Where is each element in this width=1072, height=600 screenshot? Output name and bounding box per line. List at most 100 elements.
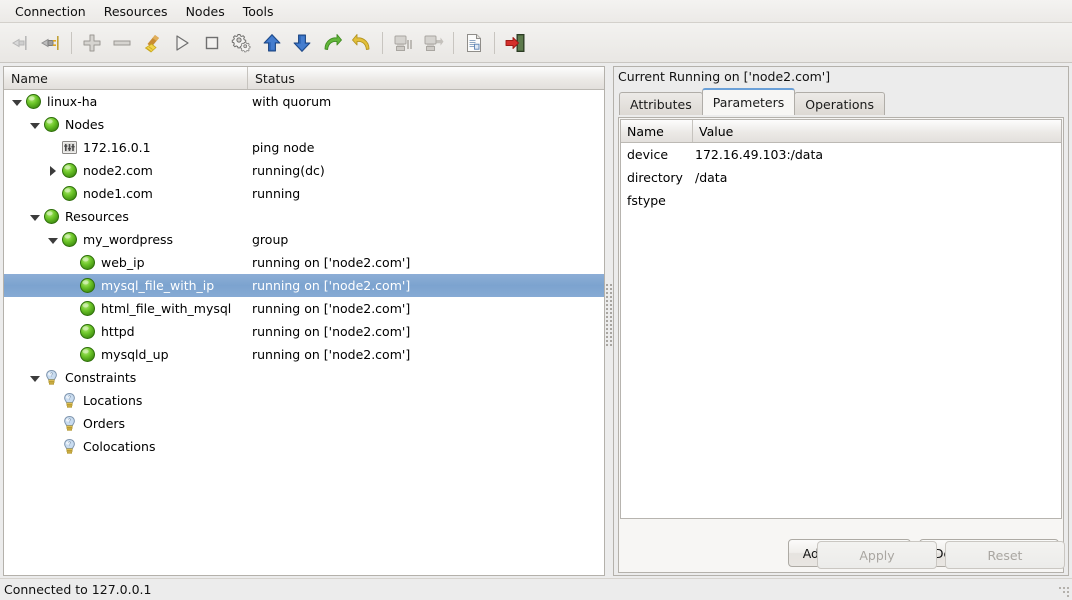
parameter-row[interactable]: directory/data bbox=[621, 166, 1061, 189]
expander-open-icon[interactable] bbox=[46, 233, 59, 246]
tree-row-name-cell: 172.16.0.1 bbox=[4, 139, 248, 156]
move-up-arrow-icon bbox=[263, 33, 281, 51]
tab-attributes[interactable]: Attributes bbox=[619, 92, 703, 115]
expander-open-icon[interactable] bbox=[28, 210, 41, 223]
connect-button[interactable] bbox=[36, 28, 66, 58]
remove-minus-icon bbox=[113, 40, 131, 45]
node-standby-icon bbox=[394, 35, 412, 51]
quit-button[interactable] bbox=[500, 28, 530, 58]
tree-row-label: linux-ha bbox=[47, 94, 98, 109]
parameters-column-value[interactable]: Value bbox=[693, 120, 1061, 142]
status-bar: Connected to 127.0.0.1 bbox=[0, 578, 1072, 600]
menu-tools[interactable]: Tools bbox=[234, 2, 283, 21]
tree-row[interactable]: mysqld_up running on ['node2.com'] bbox=[4, 343, 604, 366]
tree-row[interactable]: httpd running on ['node2.com'] bbox=[4, 320, 604, 343]
disconnect-button[interactable] bbox=[6, 28, 36, 58]
tree-row-label: Resources bbox=[65, 209, 129, 224]
tree-row-name-cell: httpd bbox=[4, 323, 248, 340]
stop-button[interactable] bbox=[197, 28, 227, 58]
start-button[interactable] bbox=[167, 28, 197, 58]
tree-row[interactable]: my_wordpress group bbox=[4, 228, 604, 251]
tree-row-label: Locations bbox=[83, 393, 143, 408]
tree-row-label: web_ip bbox=[101, 255, 145, 270]
manage-button[interactable] bbox=[227, 28, 257, 58]
unmigrate-button[interactable] bbox=[347, 28, 377, 58]
application-window: Connection Resources Nodes Tools Name St… bbox=[0, 0, 1072, 600]
reset-button[interactable]: Reset bbox=[945, 541, 1065, 569]
tree-row-label: Colocations bbox=[83, 439, 156, 454]
cleanup-button[interactable] bbox=[137, 28, 167, 58]
tree-row[interactable]: html_file_with_mysql running on ['node2.c… bbox=[4, 297, 604, 320]
expander-open-icon[interactable] bbox=[28, 118, 41, 131]
tree-row[interactable]: web_ip running on ['node2.com'] bbox=[4, 251, 604, 274]
menu-nodes[interactable]: Nodes bbox=[177, 2, 234, 21]
tree-row[interactable]: Nodes bbox=[4, 113, 604, 136]
add-plus-icon bbox=[83, 34, 101, 51]
tree-column-status[interactable]: Status bbox=[248, 67, 604, 89]
menu-resources[interactable]: Resources bbox=[95, 2, 177, 21]
parameter-value[interactable]: 172.16.49.103:/data bbox=[693, 147, 1061, 162]
svg-text:?: ? bbox=[50, 372, 53, 378]
tree-row[interactable]: ? Locations bbox=[4, 389, 604, 412]
tree-row-status: ping node bbox=[252, 140, 315, 155]
tree-column-name[interactable]: Name bbox=[4, 67, 248, 89]
online-node-button[interactable] bbox=[418, 28, 448, 58]
tree-row[interactable]: linux-ha with quorum bbox=[4, 90, 604, 113]
resize-grip[interactable] bbox=[1057, 585, 1069, 597]
expander-open-icon[interactable] bbox=[10, 95, 23, 108]
green-ball-icon bbox=[79, 277, 96, 294]
tree-row-status: running bbox=[252, 186, 301, 201]
tree-row[interactable]: ? Constraints bbox=[4, 366, 604, 389]
tree-row-status: running on ['node2.com'] bbox=[252, 324, 411, 339]
document-cib-icon bbox=[467, 33, 481, 52]
expander-closed-icon[interactable] bbox=[46, 164, 59, 177]
tree-row-name-cell: Nodes bbox=[4, 116, 248, 133]
lightbulb-icon: ? bbox=[43, 369, 60, 386]
tree-row[interactable]: mysql_file_with_ip running on ['node2.com… bbox=[4, 274, 604, 297]
parameters-table: Name Value device 172.16.49.103:/data dire… bbox=[620, 119, 1062, 519]
tree-row[interactable]: ? Colocations bbox=[4, 435, 604, 458]
tree-row-name-cell: node2.com bbox=[4, 162, 248, 179]
parameters-tab-content: Name Value device 172.16.49.103:/data dire… bbox=[618, 117, 1064, 573]
menu-connection[interactable]: Connection bbox=[6, 2, 95, 21]
parameter-row[interactable]: device 172.16.49.103:/data bbox=[621, 143, 1061, 166]
tree-row-label: Orders bbox=[83, 416, 126, 431]
tab-operations[interactable]: Operations bbox=[794, 92, 885, 115]
tree-row[interactable]: ? Orders bbox=[4, 412, 604, 435]
move-down-button[interactable] bbox=[287, 28, 317, 58]
remove-button[interactable] bbox=[107, 28, 137, 58]
parameters-column-name[interactable]: Name bbox=[621, 120, 693, 142]
tree-row-label: html_file_with_mysql bbox=[101, 301, 232, 316]
svg-text:?: ? bbox=[68, 441, 71, 447]
tree-row-status: running on ['node2.com'] bbox=[252, 301, 411, 316]
cib-document-button[interactable] bbox=[459, 28, 489, 58]
migrate-button[interactable] bbox=[317, 28, 347, 58]
standby-node-button[interactable] bbox=[388, 28, 418, 58]
tree-row[interactable]: 172.16.0.1 ping node bbox=[4, 136, 604, 159]
expander-open-icon[interactable] bbox=[28, 371, 41, 384]
parameters-table-header: Name Value bbox=[621, 120, 1061, 143]
apply-reset-actions: Apply Reset bbox=[614, 537, 1070, 573]
tree-row-label: httpd bbox=[101, 324, 135, 339]
tree-row-name-cell: ? Locations bbox=[4, 392, 248, 409]
parameter-value[interactable]: /data bbox=[693, 170, 1061, 185]
move-up-button[interactable] bbox=[257, 28, 287, 58]
expander-placeholder bbox=[46, 187, 59, 200]
undo-arrow-icon bbox=[352, 33, 370, 50]
panel-splitter[interactable] bbox=[605, 66, 613, 576]
parameter-row[interactable]: fstype bbox=[621, 189, 1061, 212]
green-ball-icon bbox=[79, 254, 96, 271]
exit-door-icon bbox=[505, 33, 525, 52]
splitter-grip[interactable] bbox=[606, 284, 612, 348]
menu-bar: Connection Resources Nodes Tools bbox=[0, 0, 1072, 23]
apply-button[interactable]: Apply bbox=[817, 541, 937, 569]
disconnect-icon bbox=[12, 35, 27, 50]
tree-row[interactable]: node1.com running bbox=[4, 182, 604, 205]
tree-row[interactable]: node2.com running(dc) bbox=[4, 159, 604, 182]
tab-parameters[interactable]: Parameters bbox=[701, 88, 796, 115]
tree-row[interactable]: Resources bbox=[4, 205, 604, 228]
toolbar-separator-1 bbox=[71, 31, 72, 54]
tree-row-label: 172.16.0.1 bbox=[83, 140, 151, 155]
add-button[interactable] bbox=[77, 28, 107, 58]
tree-row-label: Constraints bbox=[65, 370, 137, 385]
